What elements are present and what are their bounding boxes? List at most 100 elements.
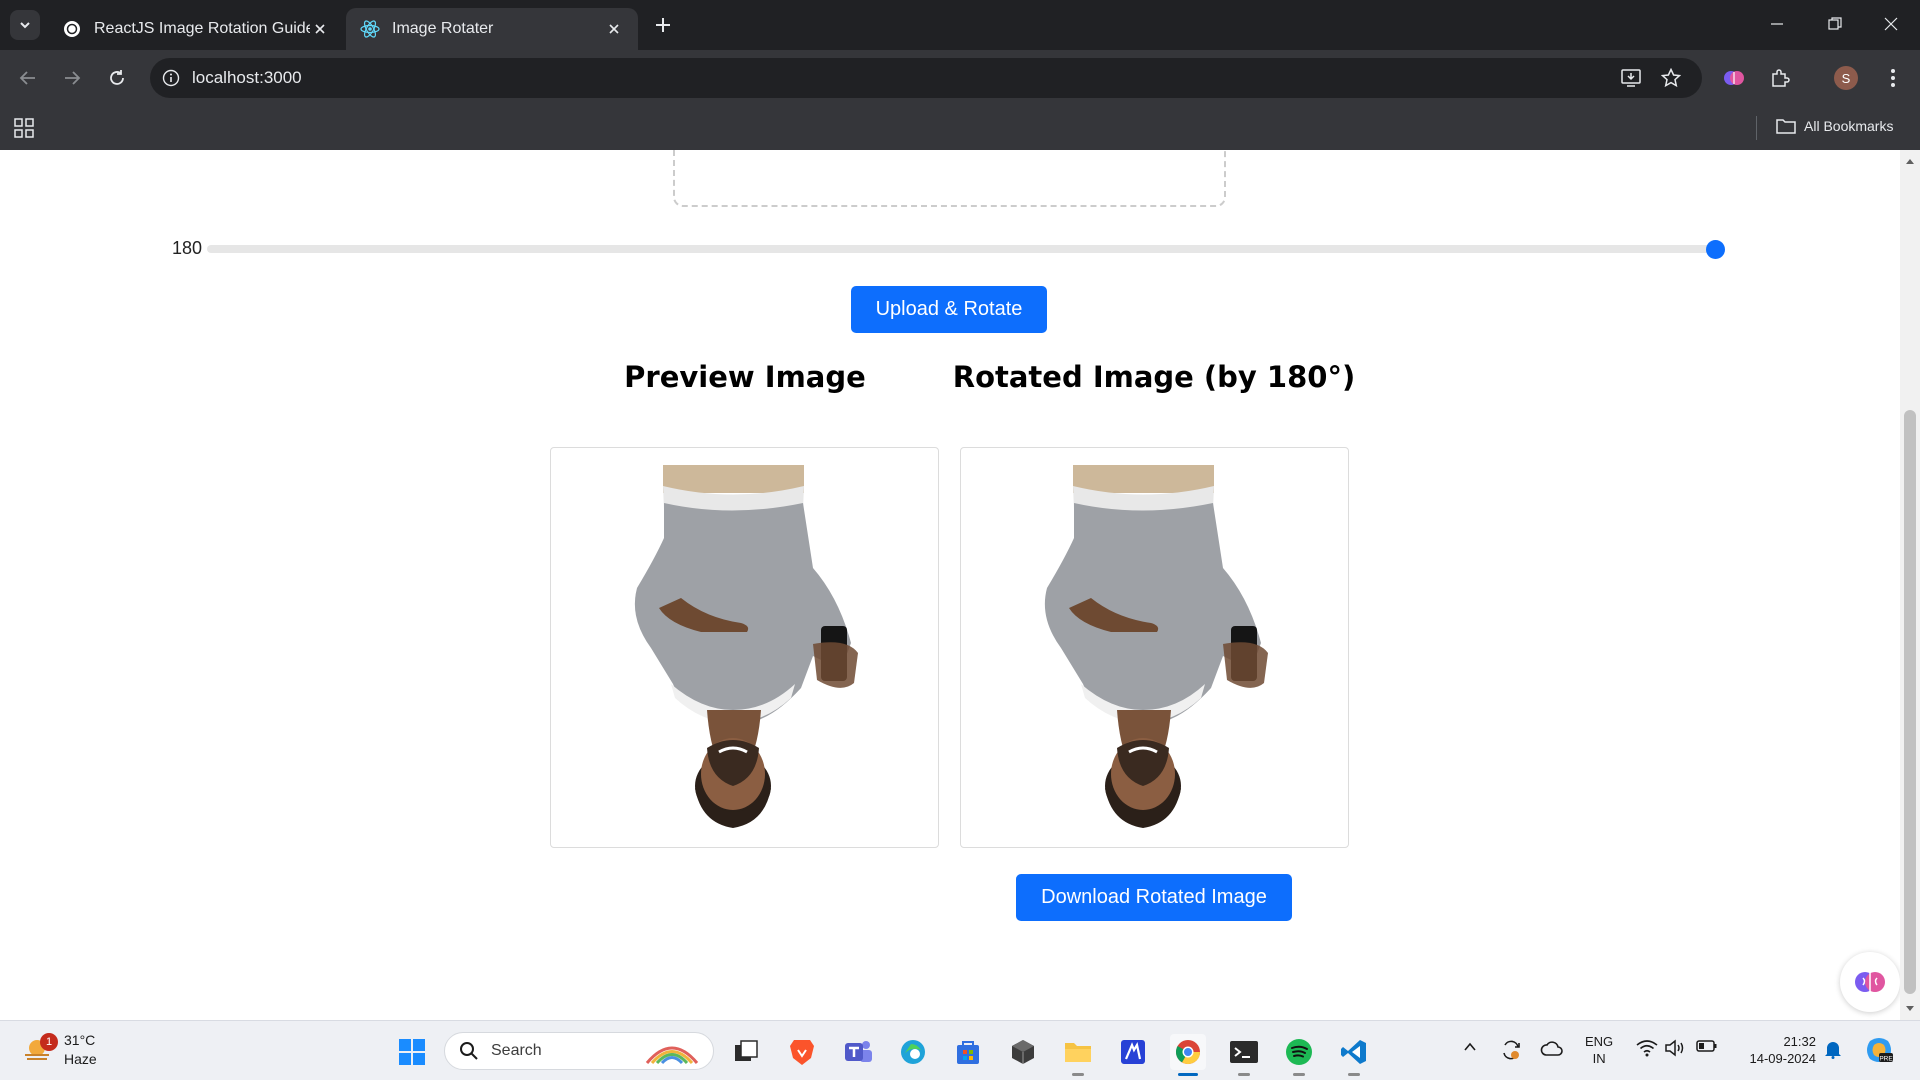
browser-menu-button[interactable] xyxy=(1877,62,1909,94)
search-highlight-icon xyxy=(645,1046,699,1065)
page-scrollbar[interactable] xyxy=(1900,150,1920,1020)
clock-time: 21:32 xyxy=(1783,1034,1816,1049)
minimize-icon xyxy=(1771,23,1783,25)
bookmarks-divider xyxy=(1756,116,1757,140)
task-view-button[interactable] xyxy=(728,1034,764,1070)
all-bookmarks-label: All Bookmarks xyxy=(1804,118,1894,134)
scroll-down-icon[interactable] xyxy=(1906,1004,1914,1012)
rotation-slider-thumb[interactable] xyxy=(1705,240,1725,259)
onedrive-tray-button[interactable] xyxy=(1540,1039,1564,1059)
wifi-tray-button[interactable] xyxy=(1636,1039,1658,1057)
minimize-button[interactable] xyxy=(1748,0,1806,48)
system-clock[interactable]: 21:32 14-09-2024 xyxy=(1736,1033,1817,1067)
reload-button[interactable] xyxy=(101,62,133,94)
weather-alert-badge: 1 xyxy=(40,1033,58,1051)
back-button[interactable] xyxy=(12,62,44,94)
search-icon xyxy=(460,1042,478,1060)
react-icon xyxy=(360,19,380,39)
terminal-app[interactable] xyxy=(1226,1034,1262,1076)
region-code: IN xyxy=(1592,1051,1606,1066)
taskbar-search[interactable]: Search xyxy=(444,1032,714,1070)
file-explorer-app[interactable] xyxy=(1060,1034,1096,1076)
bookmark-star-button[interactable] xyxy=(1655,62,1687,94)
weather-widget[interactable]: 1 31°C Haze xyxy=(22,1031,97,1069)
cube-icon xyxy=(1012,1040,1034,1064)
edge-icon xyxy=(901,1040,925,1064)
restore-icon xyxy=(1828,17,1842,30)
volume-tray-button[interactable] xyxy=(1664,1039,1686,1057)
cube-app[interactable] xyxy=(1005,1034,1041,1070)
running-indicator xyxy=(1238,1073,1250,1076)
terminal-icon xyxy=(1230,1041,1258,1063)
teams-app[interactable] xyxy=(840,1034,876,1070)
edge-app[interactable] xyxy=(895,1034,931,1070)
cloud-icon xyxy=(1540,1041,1563,1056)
preview-heading: Preview Image xyxy=(624,360,866,394)
extensions-button[interactable] xyxy=(1764,62,1796,94)
tab-image-rotater[interactable]: Image Rotater xyxy=(346,8,638,50)
scroll-up-icon[interactable] xyxy=(1906,158,1914,166)
back-arrow-icon xyxy=(19,71,35,85)
person-photo xyxy=(1044,465,1268,828)
sync-tray-button[interactable] xyxy=(1500,1039,1522,1061)
restore-button[interactable] xyxy=(1806,0,1864,48)
apps-grid-icon[interactable] xyxy=(14,118,34,138)
clock-date: 14-09-2024 xyxy=(1749,1051,1817,1066)
task-view-icon xyxy=(735,1040,758,1061)
battery-icon xyxy=(1696,1040,1717,1052)
close-icon[interactable] xyxy=(604,19,624,39)
brave-app[interactable] xyxy=(784,1034,820,1070)
person-photo xyxy=(634,465,858,828)
profile-avatar[interactable]: S xyxy=(1834,66,1858,90)
image-dropzone[interactable] xyxy=(673,150,1226,207)
start-button[interactable] xyxy=(394,1034,430,1070)
star-icon xyxy=(1661,68,1681,88)
floating-assistant-button[interactable] xyxy=(1840,952,1900,1012)
rotated-heading: Rotated Image (by 180°) xyxy=(952,360,1356,394)
upload-rotate-button[interactable]: Upload & Rotate xyxy=(851,286,1047,333)
more-vertical-icon xyxy=(1891,69,1895,87)
forward-arrow-icon xyxy=(65,71,81,85)
vscode-icon xyxy=(1341,1040,1366,1064)
chatgpt-icon xyxy=(62,19,82,39)
close-icon[interactable] xyxy=(310,19,330,39)
battery-tray-button[interactable] xyxy=(1696,1039,1718,1053)
chrome-icon xyxy=(1175,1040,1200,1065)
show-hidden-icons-button[interactable] xyxy=(1462,1039,1478,1055)
brain-icon xyxy=(1855,972,1885,992)
haze-icon: 1 xyxy=(22,1033,58,1065)
studio-app[interactable] xyxy=(1115,1034,1151,1070)
sync-icon xyxy=(1503,1040,1520,1060)
install-app-button[interactable] xyxy=(1615,62,1647,94)
spotify-app[interactable] xyxy=(1281,1034,1317,1076)
rotated-image xyxy=(960,447,1349,848)
download-rotated-button[interactable]: Download Rotated Image xyxy=(1016,874,1292,921)
tab-react-guide[interactable]: ReactJS Image Rotation Guide xyxy=(48,8,344,50)
copilot-button[interactable]: PRE xyxy=(1864,1035,1894,1065)
chrome-app[interactable] xyxy=(1170,1034,1206,1076)
tab-search-button[interactable] xyxy=(10,10,40,40)
address-bar[interactable]: localhost:3000 xyxy=(150,58,1702,98)
all-bookmarks-button[interactable]: All Bookmarks xyxy=(1776,118,1893,134)
browser-tab-bar: ReactJS Image Rotation Guide Image Rotat… xyxy=(0,0,1920,50)
bell-icon xyxy=(1825,1042,1841,1059)
language-indicator[interactable]: ENG IN xyxy=(1585,1033,1613,1067)
reload-icon xyxy=(110,70,124,85)
weather-temperature: 31°C xyxy=(64,1032,96,1048)
forward-button[interactable] xyxy=(56,62,88,94)
url-text[interactable]: localhost:3000 xyxy=(192,68,1702,88)
brain-extension-button[interactable] xyxy=(1718,62,1750,94)
close-window-button[interactable] xyxy=(1862,0,1920,48)
new-tab-button[interactable] xyxy=(650,12,676,38)
bookmarks-bar: All Bookmarks xyxy=(0,106,1920,150)
running-indicator xyxy=(1293,1073,1305,1076)
language-code: ENG xyxy=(1585,1034,1614,1049)
close-icon xyxy=(1884,17,1898,31)
rotation-slider[interactable] xyxy=(207,245,1715,253)
site-info-icon[interactable] xyxy=(150,69,192,87)
scrollbar-thumb[interactable] xyxy=(1904,410,1916,994)
preview-image xyxy=(550,447,939,848)
vscode-app[interactable] xyxy=(1336,1034,1372,1076)
store-app[interactable] xyxy=(950,1034,986,1070)
notifications-button[interactable] xyxy=(1824,1039,1842,1059)
